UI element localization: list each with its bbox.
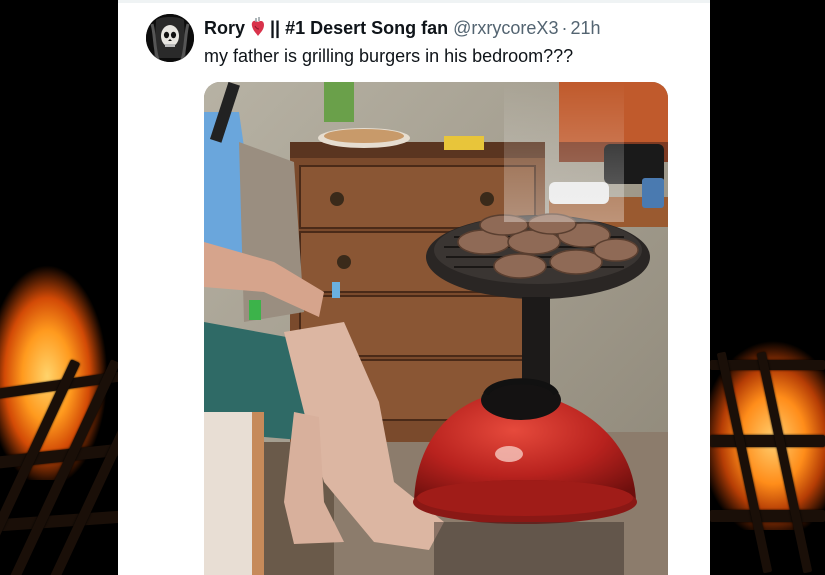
tweet-media-photo[interactable]	[204, 82, 668, 575]
divider	[118, 0, 710, 3]
tweet-card[interactable]: Rory || #1 Desert Song fan @rxrycoreX3 · 2…	[118, 0, 710, 575]
left-fire-background	[0, 0, 118, 575]
user-handle[interactable]: @rxrycoreX3	[453, 18, 558, 38]
bedroom-grill-photo	[204, 82, 668, 575]
separator-dot: ·	[561, 18, 568, 38]
skull-avatar-icon	[146, 14, 194, 62]
display-name[interactable]: Rory	[204, 18, 245, 38]
timestamp[interactable]: 21h	[570, 18, 600, 38]
fire-grate	[710, 350, 825, 575]
tweet-header: Rory || #1 Desert Song fan @rxrycoreX3 · 2…	[204, 16, 601, 43]
right-fire-background	[710, 0, 825, 575]
anatomical-heart-icon	[250, 17, 266, 43]
fire-grate	[0, 330, 118, 575]
tweet-text: my father is grilling burgers in his bed…	[204, 46, 574, 66]
avatar[interactable]	[146, 14, 194, 62]
display-name-suffix[interactable]: || #1 Desert Song fan	[270, 18, 448, 38]
